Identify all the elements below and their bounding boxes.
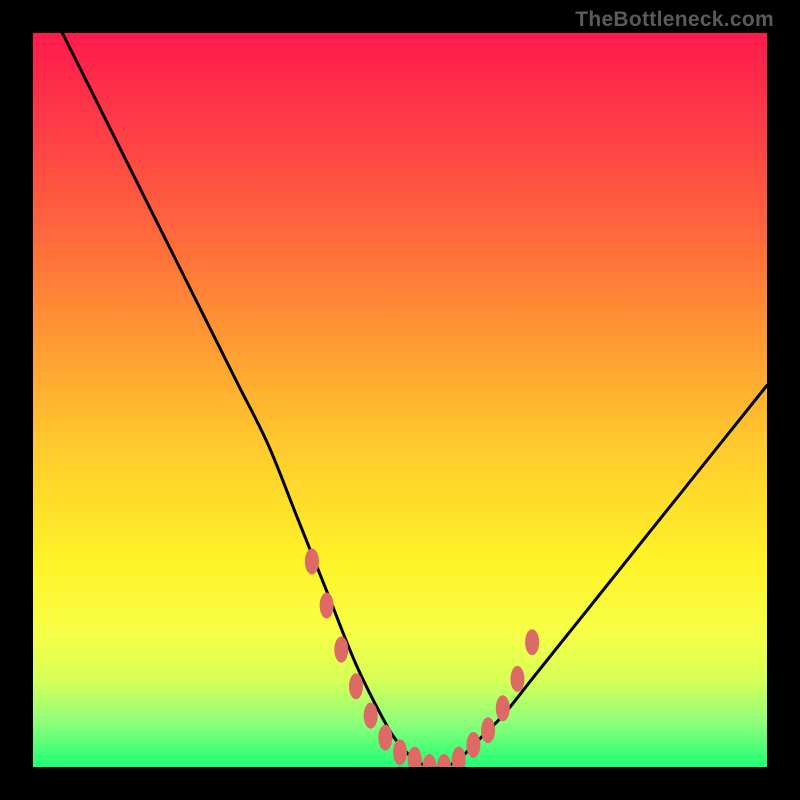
highlight-dot — [393, 739, 407, 765]
highlight-dot — [349, 673, 363, 699]
highlight-dot — [334, 637, 348, 663]
chart-frame: TheBottleneck.com — [0, 0, 800, 800]
highlight-dot — [378, 725, 392, 751]
highlight-dot — [437, 754, 451, 767]
curve-svg — [33, 33, 767, 767]
plot-area — [33, 33, 767, 767]
highlight-dot — [452, 747, 466, 767]
watermark-label: TheBottleneck.com — [575, 8, 774, 32]
highlight-dot — [422, 754, 436, 767]
highlight-dot — [466, 732, 480, 758]
marker-group — [305, 548, 539, 767]
highlight-dot — [408, 747, 422, 767]
bottleneck-curve-path — [62, 33, 767, 767]
highlight-dot — [510, 666, 524, 692]
highlight-dot — [525, 629, 539, 655]
highlight-dot — [481, 717, 495, 743]
highlight-dot — [320, 593, 334, 619]
highlight-dot — [305, 548, 319, 574]
highlight-dot — [496, 695, 510, 721]
highlight-dot — [364, 703, 378, 729]
